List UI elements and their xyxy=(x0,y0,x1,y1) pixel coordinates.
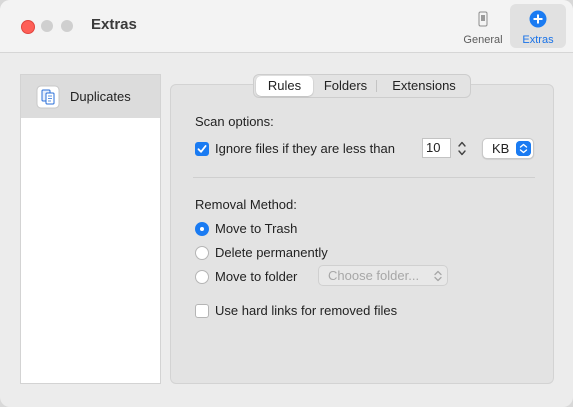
hard-links-checkbox[interactable] xyxy=(195,304,209,318)
radio-delete-permanently-label: Delete permanently xyxy=(215,245,328,260)
close-window-button[interactable] xyxy=(21,20,35,34)
radio-move-to-folder[interactable] xyxy=(195,270,209,284)
radio-move-to-trash[interactable] xyxy=(195,222,209,236)
minimize-window-button[interactable] xyxy=(41,20,53,32)
choose-folder-select[interactable]: Choose folder... xyxy=(318,265,448,286)
hard-links-label: Use hard links for removed files xyxy=(215,303,398,318)
ignore-small-files-checkbox[interactable] xyxy=(195,142,209,156)
choose-folder-placeholder: Choose folder... xyxy=(328,268,420,283)
chevron-updown-icon xyxy=(434,270,442,282)
ignore-small-files-label: Ignore files if they are less than xyxy=(215,141,395,156)
tab-folders[interactable]: Folders xyxy=(316,75,375,97)
toolbar-general-button[interactable]: General xyxy=(455,4,511,48)
size-unit-value: KB xyxy=(492,141,510,156)
title-bar: Extras General Extras xyxy=(0,0,573,53)
zoom-window-button[interactable] xyxy=(61,20,73,32)
radio-move-to-folder-label: Move to folder xyxy=(215,269,298,284)
size-unit-select[interactable]: KB xyxy=(482,138,534,159)
sidebar-item-label: Duplicates xyxy=(70,89,131,104)
tab-rules[interactable]: Rules xyxy=(256,76,313,96)
scan-options-heading: Scan options: xyxy=(195,114,274,129)
duplicate-documents-icon xyxy=(36,85,60,109)
radio-delete-permanently[interactable] xyxy=(195,246,209,260)
toolbar-extras-button[interactable]: Extras xyxy=(510,4,566,48)
section-divider xyxy=(193,177,535,178)
sidebar: Duplicates xyxy=(20,74,161,384)
plus-circle-icon xyxy=(529,10,547,28)
tab-divider xyxy=(376,80,377,92)
size-stepper[interactable] xyxy=(456,138,468,159)
window-title: Extras xyxy=(91,16,137,33)
min-size-input[interactable]: 10 xyxy=(422,138,451,158)
toolbar-extras-label: Extras xyxy=(522,34,554,46)
toolbar-general-label: General xyxy=(463,34,503,46)
tab-bar: Rules Folders Extensions xyxy=(253,74,471,98)
sidebar-item-duplicates[interactable]: Duplicates xyxy=(21,75,160,118)
removal-method-heading: Removal Method: xyxy=(195,197,297,212)
tab-extensions[interactable]: Extensions xyxy=(380,75,468,97)
chevron-updown-icon xyxy=(516,141,531,156)
radio-move-to-trash-label: Move to Trash xyxy=(215,221,298,236)
checkmark-icon xyxy=(197,145,207,153)
preferences-window: Extras General Extras Duplicates Rules F… xyxy=(0,0,573,407)
phone-settings-icon xyxy=(478,11,488,27)
